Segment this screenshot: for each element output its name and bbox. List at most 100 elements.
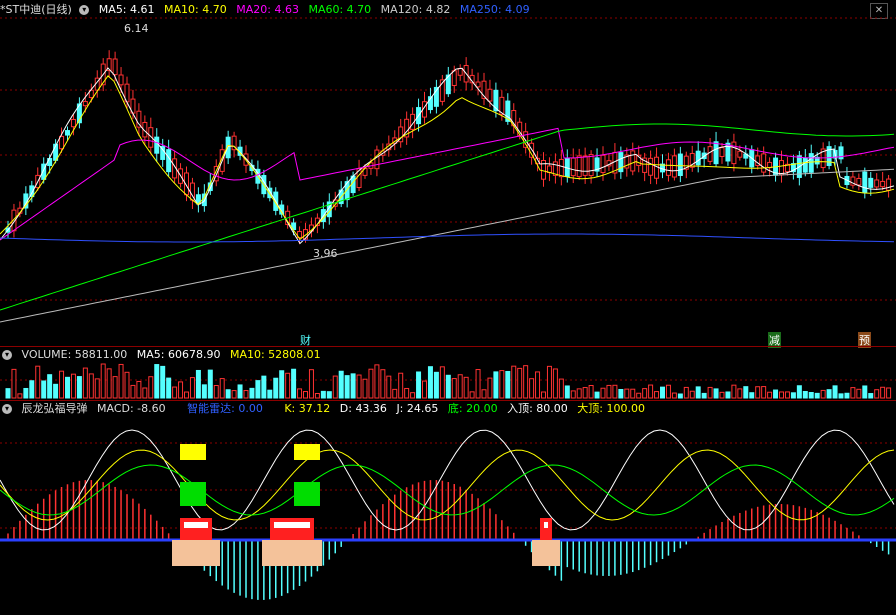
high-price-label: 6.14: [124, 22, 149, 35]
candle-body: [790, 163, 796, 173]
volume-bar: [433, 371, 439, 399]
candle-body: [463, 65, 469, 83]
candle-body: [665, 159, 671, 176]
candle-body: [17, 207, 23, 214]
candle-body: [338, 189, 344, 205]
candle-body: [749, 149, 755, 168]
candle-body: [511, 110, 517, 127]
candle-body: [41, 163, 47, 180]
volume-bar: [332, 375, 338, 399]
volume-bar: [225, 389, 231, 399]
ma10-line: [0, 75, 895, 241]
candle-body: [439, 79, 445, 102]
candle-body: [225, 136, 231, 159]
candle-body: [398, 126, 404, 143]
low-price-label: 3.96: [313, 247, 338, 260]
volume-bar: [541, 391, 546, 399]
kdj-k-line: [0, 449, 895, 521]
volume-bar: [392, 388, 398, 399]
volume-bar: [868, 393, 874, 399]
candle-body: [779, 160, 784, 176]
volume-bar: [844, 392, 850, 399]
candle-body: [148, 127, 154, 148]
candle-body: [291, 222, 297, 231]
volume-bar: [285, 372, 291, 399]
volume-bar: [838, 393, 844, 399]
volume-bar: [17, 393, 23, 399]
candle-body: [112, 58, 118, 76]
kdj-j-line: [0, 429, 895, 531]
volume-bar: [362, 378, 368, 399]
ma120-value: MA120: 4.82: [380, 3, 451, 16]
stock-title[interactable]: *ST中迪(日线): [0, 3, 72, 16]
volume-bar: [689, 390, 695, 399]
volume-bar: [148, 376, 154, 399]
candle-body: [660, 163, 665, 173]
volume-bar: [665, 384, 671, 399]
volume-bar: [660, 386, 665, 399]
volume-toggle-icon[interactable]: ▾: [2, 350, 12, 360]
volume-bar: [671, 392, 677, 399]
collapse-toggle-icon[interactable]: ▾: [79, 5, 90, 15]
volume-bar: [552, 368, 558, 399]
volume-bar: [267, 389, 273, 399]
volume-bar: [701, 392, 707, 399]
indicator-title[interactable]: 辰龙弘福导弹: [22, 402, 88, 415]
candle-body: [380, 150, 386, 156]
candle-body: [410, 113, 416, 130]
candle-body: [535, 157, 541, 165]
candle-body: [761, 153, 767, 173]
volume-bar: [70, 373, 76, 399]
candle-body: [784, 163, 790, 173]
candle-body: [273, 191, 279, 211]
volume-bar: [279, 370, 285, 399]
volume-bar: [856, 388, 862, 399]
volume-bar: [790, 392, 796, 399]
volume-bar: [773, 389, 779, 399]
volume-bar: [41, 380, 47, 399]
candle-body: [576, 155, 582, 178]
volume-bar: [445, 374, 451, 399]
candle-body: [11, 209, 17, 232]
volume-bar: [576, 388, 582, 399]
volume-bar: [398, 372, 404, 399]
candle-body: [65, 130, 70, 136]
candle-body: [725, 142, 731, 162]
candle-body: [118, 74, 124, 86]
volume-bar: [422, 380, 427, 399]
volume-bar: [505, 370, 511, 399]
signal-green: [294, 482, 320, 506]
candle-body: [880, 180, 886, 188]
volume-bar: [416, 371, 422, 399]
candle-body: [558, 158, 564, 178]
volume-bar: [802, 391, 808, 399]
volume-bar: [404, 387, 410, 399]
candle-body: [594, 157, 600, 172]
window-close-icon[interactable]: ✕: [870, 3, 888, 19]
candle-body: [231, 135, 237, 151]
volume-bar: [886, 387, 892, 399]
candle-body: [832, 149, 838, 159]
candle-body: [356, 168, 362, 189]
candle-body: [451, 70, 457, 86]
volume-bar: [761, 386, 767, 399]
volume-bar: [719, 391, 725, 399]
volume-title[interactable]: VOLUME: 58811.00: [22, 348, 128, 361]
volume-header: ▾ VOLUME: 58811.00 MA5: 60678.90 MA10: 5…: [0, 348, 327, 362]
candle-body: [773, 157, 779, 176]
panel-divider-main: [0, 346, 896, 347]
volume-bar: [386, 375, 392, 399]
volume-bar: [570, 390, 576, 399]
j-value: J: 24.65: [396, 402, 439, 415]
volume-bar: [356, 374, 362, 399]
macd-value: MACD: -8.60: [97, 402, 166, 415]
volume-bar: [796, 385, 802, 399]
volume-bar: [130, 384, 136, 399]
volume-bar: [23, 387, 29, 399]
candle-body: [505, 100, 511, 122]
candle-body: [53, 143, 59, 161]
indicator-toggle-icon[interactable]: ▾: [2, 404, 12, 414]
kdj-d-line: [0, 464, 895, 516]
stock-chart-canvas[interactable]: [0, 0, 896, 615]
volume-bar: [582, 387, 588, 399]
